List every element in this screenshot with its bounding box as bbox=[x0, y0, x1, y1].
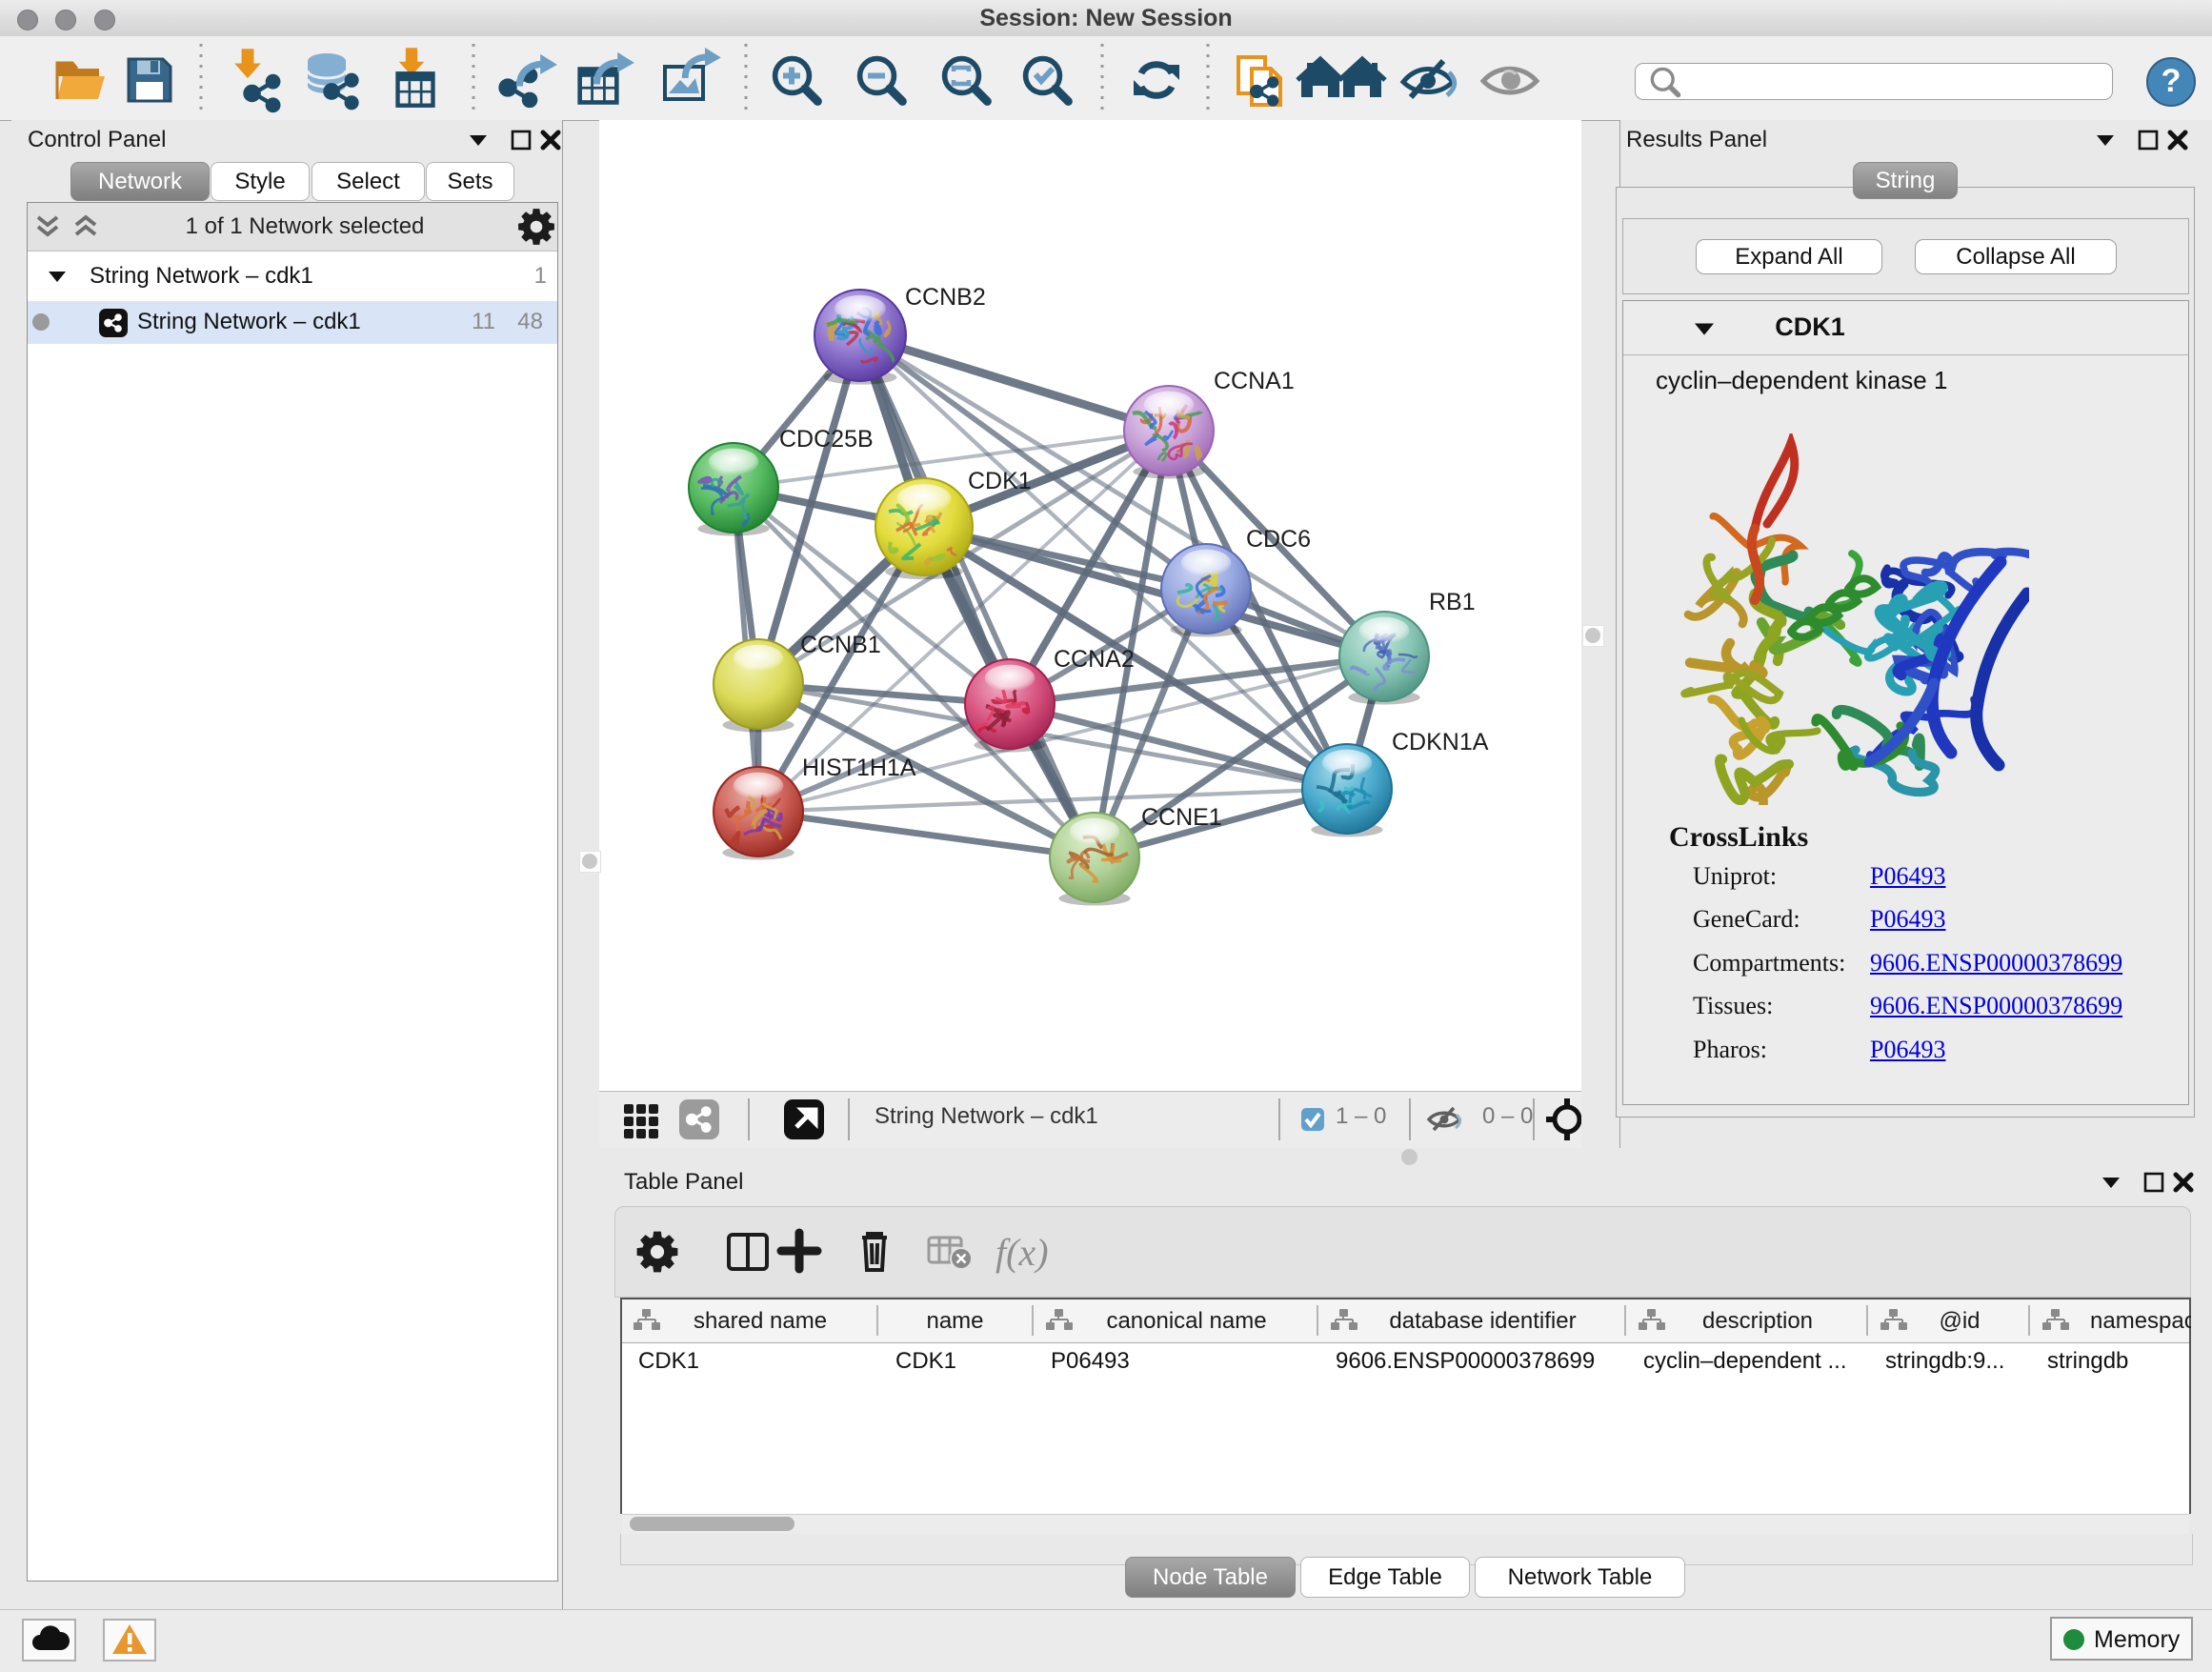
svg-text:CCNB1: CCNB1 bbox=[800, 632, 881, 658]
svg-text:CDC6: CDC6 bbox=[1246, 526, 1311, 553]
svg-text:RB1: RB1 bbox=[1429, 589, 1476, 615]
svg-text:CCNB2: CCNB2 bbox=[905, 284, 986, 311]
svg-text:namespace: namespace bbox=[2090, 1308, 2191, 1334]
svg-text:CDC25B: CDC25B bbox=[779, 426, 874, 453]
svg-text:description: description bbox=[1702, 1308, 1813, 1334]
svg-text:database identifier: database identifier bbox=[1389, 1308, 1576, 1334]
svg-text:CCNA1: CCNA1 bbox=[1214, 368, 1295, 394]
svg-text:CDK1: CDK1 bbox=[968, 468, 1032, 494]
svg-text:CCNA2: CCNA2 bbox=[1054, 646, 1135, 673]
svg-text:HIST1H1A: HIST1H1A bbox=[802, 755, 916, 781]
svg-text:CCNE1: CCNE1 bbox=[1141, 804, 1222, 831]
svg-text:f(x): f(x) bbox=[995, 1231, 1049, 1274]
svg-text:@id: @id bbox=[1939, 1308, 1980, 1334]
svg-text:shared name: shared name bbox=[694, 1308, 827, 1334]
svg-text:name: name bbox=[926, 1308, 983, 1334]
svg-text:CDKN1A: CDKN1A bbox=[1392, 729, 1489, 755]
svg-text:canonical name: canonical name bbox=[1106, 1308, 1266, 1334]
